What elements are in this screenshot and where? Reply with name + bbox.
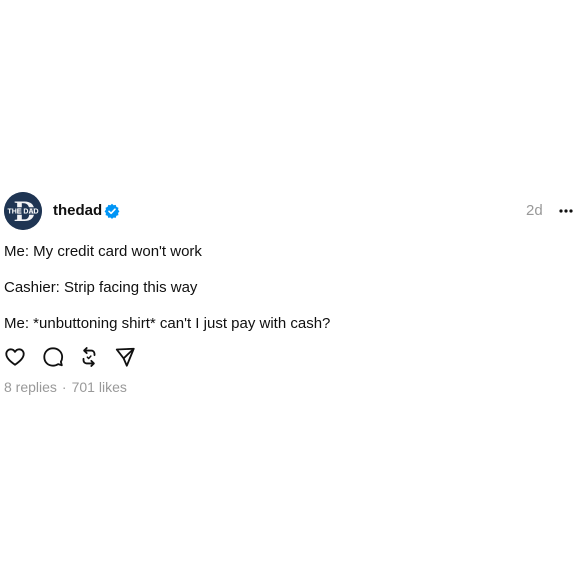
post-text-line: Cashier: Strip facing this way: [4, 279, 198, 296]
post-text-line: Me: My credit card won't work: [4, 243, 202, 260]
reply-button[interactable]: [42, 346, 64, 368]
verified-badge-icon: [104, 203, 120, 219]
avatar-text: THE DAD: [7, 209, 38, 216]
repost-icon: [82, 347, 96, 367]
post-text-line: Me: *unbuttoning shirt* can't I just pay…: [4, 315, 331, 332]
likes-count-link[interactable]: 701 likes: [72, 379, 127, 395]
like-button[interactable]: [4, 346, 26, 368]
repost-button[interactable]: [78, 346, 100, 368]
comment-icon: [43, 347, 64, 367]
avatar[interactable]: D THE DAD: [4, 192, 42, 230]
replies-count-link[interactable]: 8 replies: [4, 379, 57, 395]
avatar-logo-icon: D THE DAD: [4, 192, 42, 230]
post-stats: 8 replies · 701 likes: [4, 379, 127, 396]
ellipsis-icon[interactable]: [558, 205, 574, 217]
heart-icon: [5, 348, 25, 366]
share-button[interactable]: [114, 346, 136, 368]
username[interactable]: thedad: [53, 202, 102, 220]
stats-separator: ·: [61, 379, 67, 395]
thread-post: D THE DAD thedad 2d Me: My credit card w…: [0, 0, 580, 580]
share-icon: [115, 347, 135, 367]
post-time: 2d: [526, 202, 543, 219]
